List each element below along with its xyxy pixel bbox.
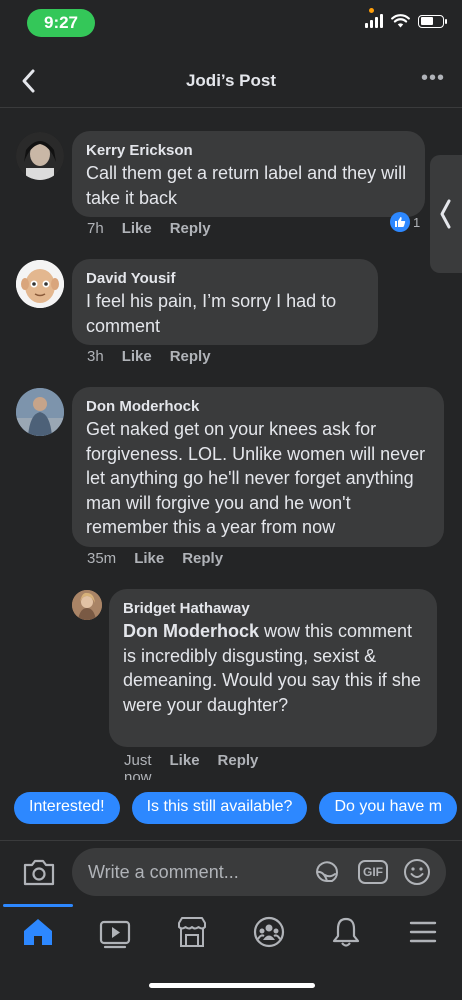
gif-icon[interactable]: GIF: [358, 860, 388, 884]
home-indicator: [149, 983, 315, 988]
like-button[interactable]: Like: [122, 220, 152, 237]
wifi-icon: [391, 14, 410, 28]
comment-actions: 7h Like Reply: [87, 220, 211, 237]
more-options-icon[interactable]: •••: [420, 68, 446, 94]
home-icon[interactable]: [20, 914, 56, 950]
notifications-icon[interactable]: [328, 914, 364, 950]
sticker-icon[interactable]: [312, 857, 342, 887]
avatar[interactable]: [72, 590, 102, 620]
active-tab-indicator: [3, 904, 73, 907]
avatar[interactable]: [16, 132, 64, 180]
comment-author[interactable]: Kerry Erickson: [86, 141, 411, 161]
comment-composer: Write a comment... GIF: [0, 840, 462, 902]
comment-time: 3h: [87, 348, 104, 365]
avatar[interactable]: [16, 388, 64, 436]
like-button[interactable]: Like: [134, 550, 164, 567]
comment-input[interactable]: Write a comment... GIF: [72, 848, 446, 896]
like-button[interactable]: Like: [170, 752, 200, 780]
comment-author[interactable]: David Yousif: [86, 269, 364, 289]
watch-icon[interactable]: [97, 914, 133, 950]
status-time: 9:27: [27, 9, 95, 37]
menu-icon[interactable]: [405, 914, 441, 950]
comment-author[interactable]: Bridget Hathaway: [123, 599, 423, 619]
comment-time: 7h: [87, 220, 104, 237]
reaction-badge[interactable]: 1: [390, 212, 420, 232]
comment-bubble[interactable]: Bridget Hathaway Don Moderhock wow this …: [109, 589, 437, 747]
comment-bubble[interactable]: Kerry Erickson Call them get a return la…: [72, 131, 425, 217]
chevron-left-icon: [440, 199, 451, 229]
reaction-count: 1: [413, 214, 421, 230]
quick-reply-chips: Interested! Is this still available? Do …: [14, 792, 458, 824]
comment-bubble[interactable]: David Yousif I feel his pain, I’m sorry …: [72, 259, 378, 345]
signal-icon: [365, 14, 383, 28]
comments-list[interactable]: Kerry Erickson Call them get a return la…: [0, 108, 462, 780]
quick-reply-chip[interactable]: Is this still available?: [131, 792, 308, 824]
quick-reply-chip[interactable]: Interested!: [14, 792, 120, 824]
status-bar: 9:27: [0, 0, 462, 48]
comment-text: Don Moderhock wow this comment is incred…: [123, 621, 421, 715]
emoji-icon[interactable]: [402, 857, 432, 887]
groups-icon[interactable]: [251, 914, 287, 950]
comment-text: Call them get a return label and they wi…: [86, 163, 407, 208]
comment-bubble[interactable]: Don Moderhock Get naked get on your knee…: [72, 387, 444, 547]
quick-reply-chip[interactable]: Do you have m: [319, 792, 458, 824]
comment-time: 35m: [87, 550, 117, 567]
comment-actions: 3h Like Reply: [87, 348, 211, 365]
side-drawer-handle[interactable]: [430, 155, 462, 273]
reply-button[interactable]: Reply: [182, 550, 223, 567]
battery-icon: [418, 14, 447, 28]
comment-text: I feel his pain, I’m sorry I had to comm…: [86, 291, 337, 336]
reply-button[interactable]: Reply: [218, 752, 259, 780]
camera-icon[interactable]: [22, 857, 56, 887]
comment-actions: 35m Like Reply: [87, 550, 223, 567]
post-header: Jodi’s Post •••: [0, 56, 462, 108]
like-button[interactable]: Like: [122, 348, 152, 365]
comment-actions: Just now Like Reply: [124, 752, 258, 780]
comment-time: Just now: [124, 752, 152, 780]
page-title: Jodi’s Post: [185, 71, 277, 90]
comment-input-placeholder: Write a comment...: [88, 862, 239, 882]
marketplace-icon[interactable]: [174, 914, 210, 950]
reply-button[interactable]: Reply: [170, 348, 211, 365]
comment-author[interactable]: Don Moderhock: [86, 397, 430, 417]
mic-indicator: [369, 8, 374, 13]
like-reaction-icon: [390, 212, 410, 232]
reply-button[interactable]: Reply: [170, 220, 211, 237]
mention-link[interactable]: Don Moderhock: [123, 621, 259, 641]
comment-text: Get naked get on your knees ask for forg…: [86, 419, 426, 537]
avatar[interactable]: [16, 260, 64, 308]
